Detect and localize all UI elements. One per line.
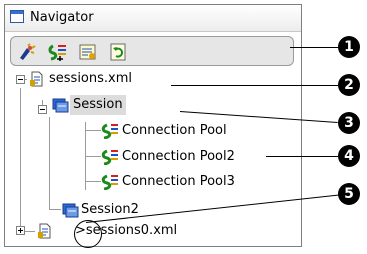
xml-file-icon	[38, 223, 51, 239]
expander-session[interactable]	[38, 105, 47, 114]
session-icon	[62, 203, 79, 218]
callout-2: 2	[338, 74, 360, 96]
callout-line-1	[290, 47, 338, 48]
tree-item-label: Session	[70, 95, 126, 115]
callout-5: 5	[338, 183, 360, 205]
callout-3: 3	[338, 112, 360, 134]
refresh-icon[interactable]	[108, 42, 128, 62]
wizard-icon[interactable]	[18, 42, 38, 62]
callout-4: 4	[338, 145, 360, 167]
tree-item-label: sessions.xml	[49, 71, 132, 86]
expander-sessions0-xml[interactable]	[16, 226, 25, 235]
connection-pool-icon	[101, 123, 118, 139]
navigator-title: Navigator	[30, 10, 94, 25]
tree-item-label: Connection Pool2	[122, 149, 235, 164]
window-icon	[10, 10, 24, 23]
xml-file-icon	[30, 71, 43, 87]
callout-line-2	[171, 85, 338, 86]
navigator-toolbar	[10, 36, 294, 66]
navigator-titlebar: Navigator	[5, 5, 301, 32]
tree-item-label: Connection Pool3	[122, 174, 235, 189]
session-icon	[52, 98, 69, 113]
callout-line-4	[266, 156, 338, 157]
tree-item-label: Connection Pool	[122, 123, 227, 138]
connection-pool-icon	[101, 149, 118, 165]
connection-pool-icon	[101, 174, 118, 190]
expander-sessions-xml[interactable]	[16, 75, 25, 84]
highlight-circle	[74, 220, 102, 248]
navigator-panel: Navigator sessions.xml Session Connectio…	[4, 4, 302, 248]
properties-icon[interactable]	[78, 42, 98, 62]
callout-1: 1	[338, 36, 360, 58]
connection-icon[interactable]	[48, 42, 68, 62]
